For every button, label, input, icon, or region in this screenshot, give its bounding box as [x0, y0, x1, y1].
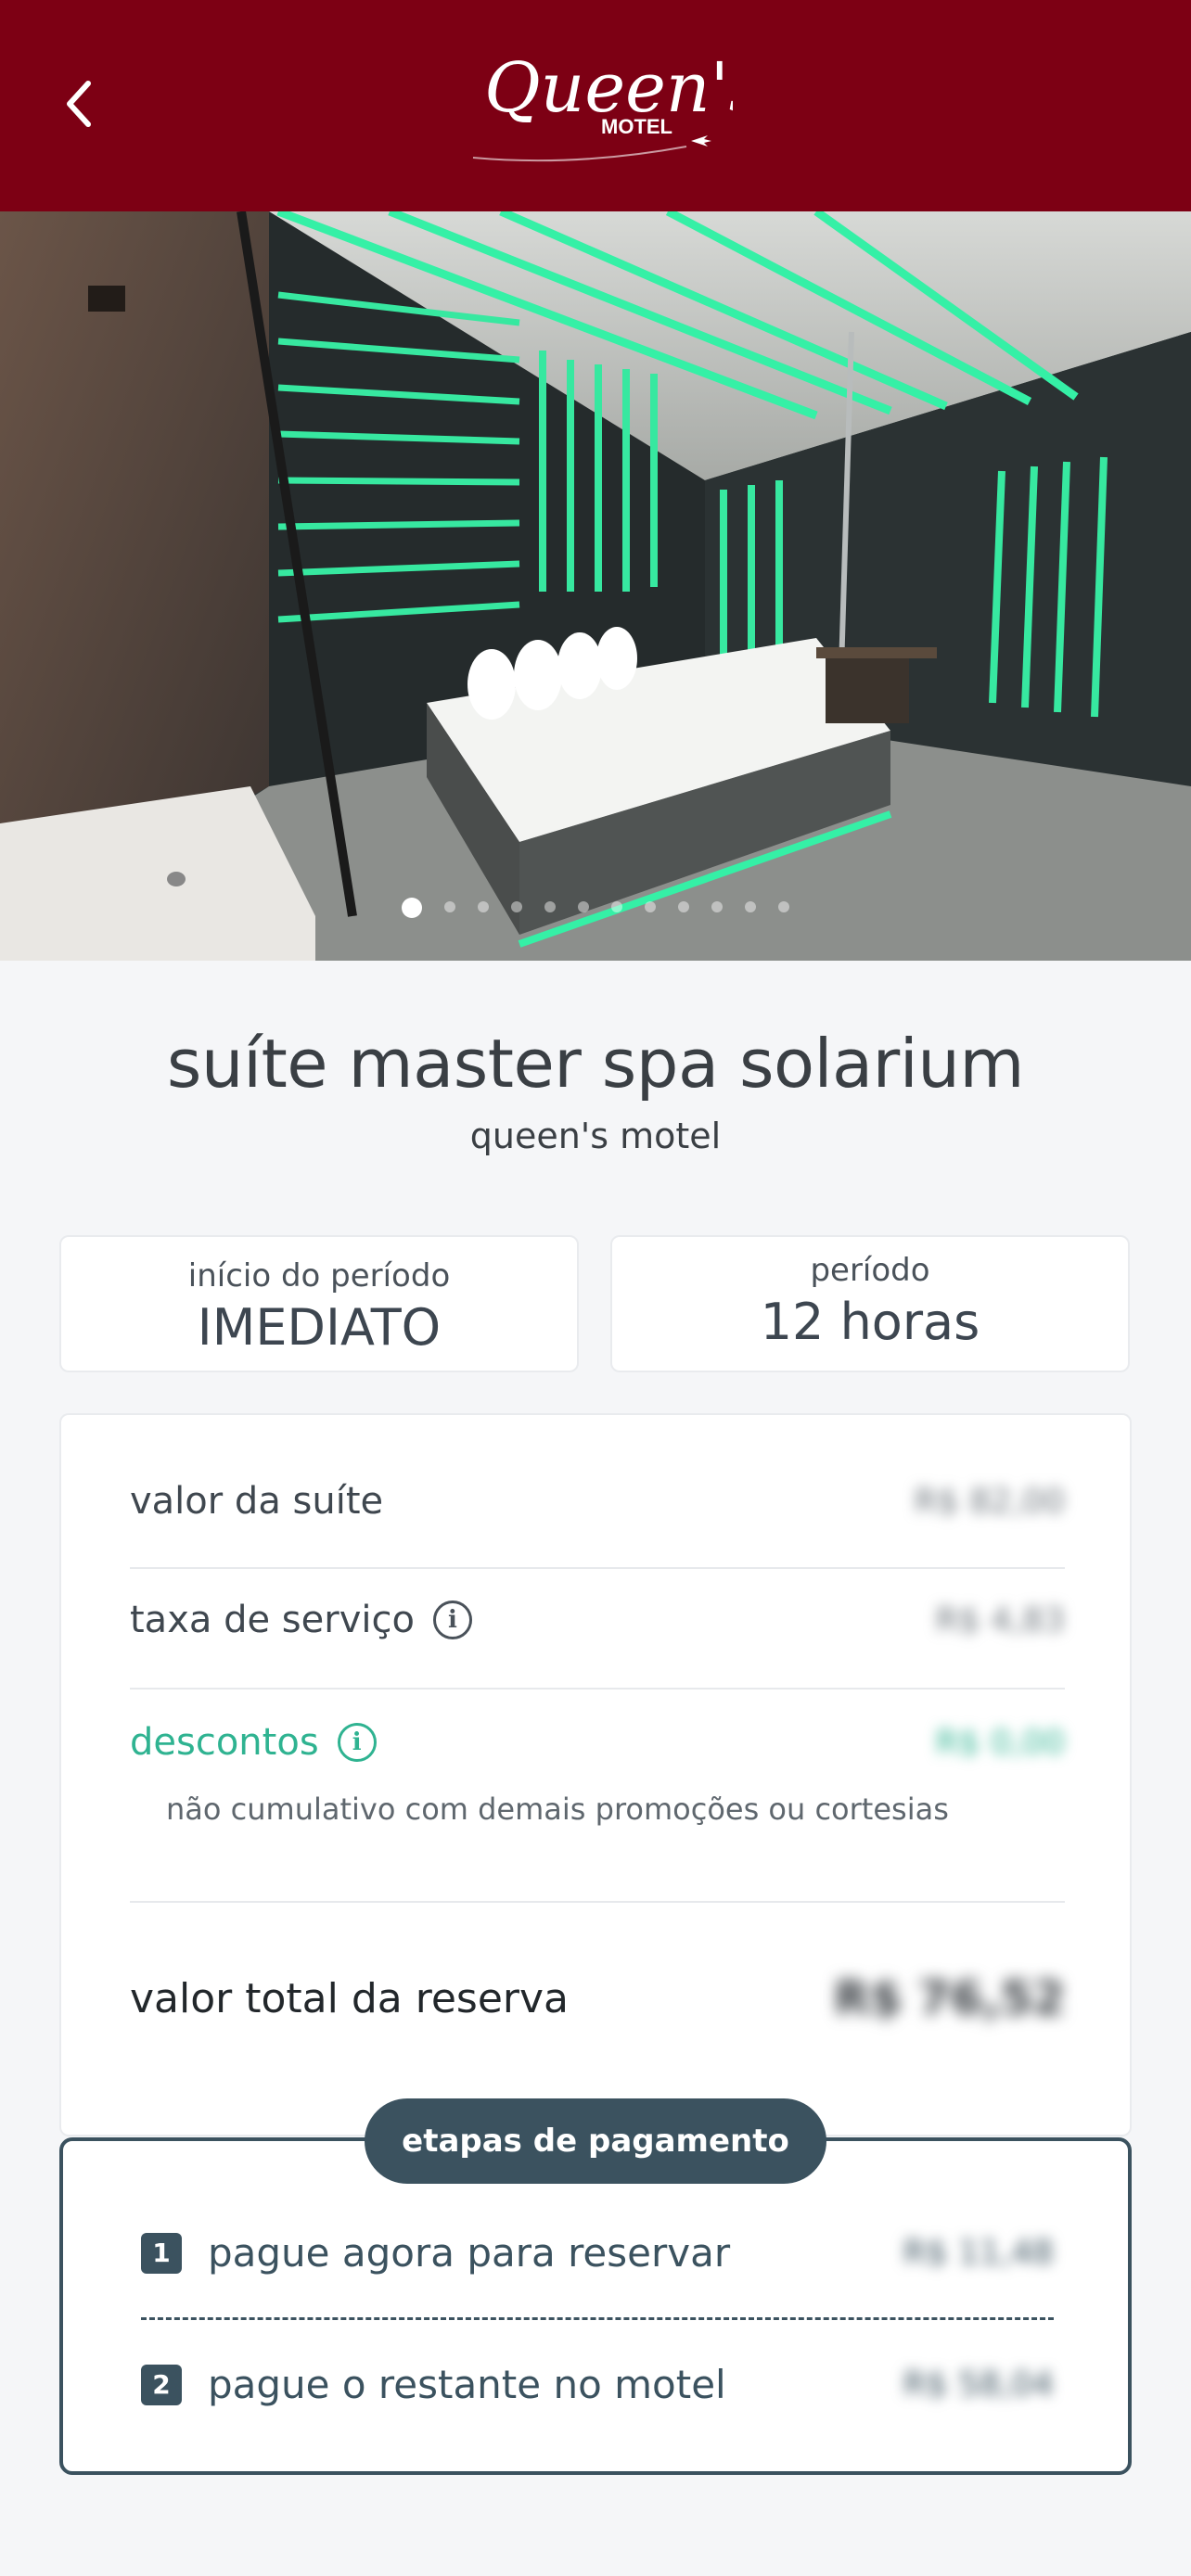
payment-steps-box: 1 pague agora para reservar R$ 11,48 2 p… [59, 2137, 1132, 2475]
total-label: valor total da reserva [130, 1974, 569, 2022]
plane-icon [691, 135, 711, 147]
discount-note: não cumulativo com demais promoções ou c… [166, 1792, 949, 1827]
logo-brand-sub: MOTEL [601, 115, 672, 138]
carousel-dots [0, 898, 1191, 918]
back-button[interactable] [46, 67, 111, 141]
carousel-dot[interactable] [645, 901, 656, 912]
info-icon[interactable]: i [337, 1723, 377, 1762]
info-icon[interactable]: i [432, 1600, 472, 1639]
start-period-card[interactable]: início do período IMEDIATO [59, 1235, 579, 1372]
step-value: R$ 11,48 [903, 2234, 1054, 2272]
carousel-dot[interactable] [778, 901, 789, 912]
step-label: pague o restante no motel [208, 2362, 726, 2407]
payment-steps-title: etapas de pagamento [365, 2098, 826, 2184]
suite-price-label: valor da suíte [130, 1480, 384, 1523]
period-value: 12 horas [760, 1293, 980, 1351]
suite-title: suíte master spa solarium [166, 1025, 1025, 1103]
payment-step-2: 2 pague o restante no motel R$ 58,04 [141, 2362, 1054, 2407]
chevron-left-icon [67, 81, 91, 127]
price-summary-card: valor da suíte R$ 82,00 taxa de serviço … [59, 1413, 1132, 2136]
dashed-divider [141, 2317, 1054, 2320]
service-fee-row: taxa de serviço i R$ 4,83 [130, 1599, 1065, 1641]
divider [130, 1567, 1065, 1569]
carousel-dot[interactable] [544, 901, 556, 912]
carousel-dot[interactable] [711, 901, 723, 912]
carousel-dot[interactable] [478, 901, 489, 912]
carousel-dot[interactable] [444, 901, 455, 912]
carousel-dot[interactable] [678, 901, 689, 912]
divider [130, 1901, 1065, 1903]
start-period-label: início do período [187, 1257, 451, 1294]
suite-photo-carousel[interactable] [0, 211, 1191, 961]
motel-name: queen's motel [469, 1116, 722, 1156]
service-fee-value: R$ 4,83 [935, 1600, 1065, 1639]
period-label: período [810, 1252, 930, 1289]
step-number-badge: 1 [141, 2232, 182, 2274]
step-label: pague agora para reservar [208, 2230, 731, 2276]
period-card[interactable]: período 12 horas [610, 1235, 1130, 1372]
queens-motel-logo: Queen's MOTEL [464, 28, 764, 176]
service-fee-label: taxa de serviço [130, 1599, 415, 1641]
discount-label: descontos [130, 1721, 319, 1764]
discount-value: R$ 0,00 [935, 1723, 1065, 1762]
suite-price-value: R$ 82,00 [914, 1482, 1065, 1521]
carousel-dot[interactable] [402, 898, 422, 918]
carousel-dot[interactable] [578, 901, 589, 912]
total-row: valor total da reserva R$ 76,52 [130, 1971, 1065, 2025]
suite-price-row: valor da suíte R$ 82,00 [130, 1480, 1065, 1523]
discount-row: descontos i R$ 0,00 [130, 1721, 1065, 1764]
step-value: R$ 58,04 [903, 2366, 1054, 2404]
start-period-value: IMEDIATO [197, 1298, 442, 1357]
payment-step-1: 1 pague agora para reservar R$ 11,48 [141, 2230, 1054, 2276]
divider [130, 1688, 1065, 1690]
total-value: R$ 76,52 [834, 1971, 1065, 2025]
app-header: Queen's MOTEL [0, 0, 1191, 211]
step-number-badge: 2 [141, 2364, 182, 2405]
suite-photo [0, 211, 1191, 961]
carousel-dot[interactable] [511, 901, 522, 912]
carousel-dot[interactable] [745, 901, 756, 912]
carousel-dot[interactable] [611, 901, 622, 912]
